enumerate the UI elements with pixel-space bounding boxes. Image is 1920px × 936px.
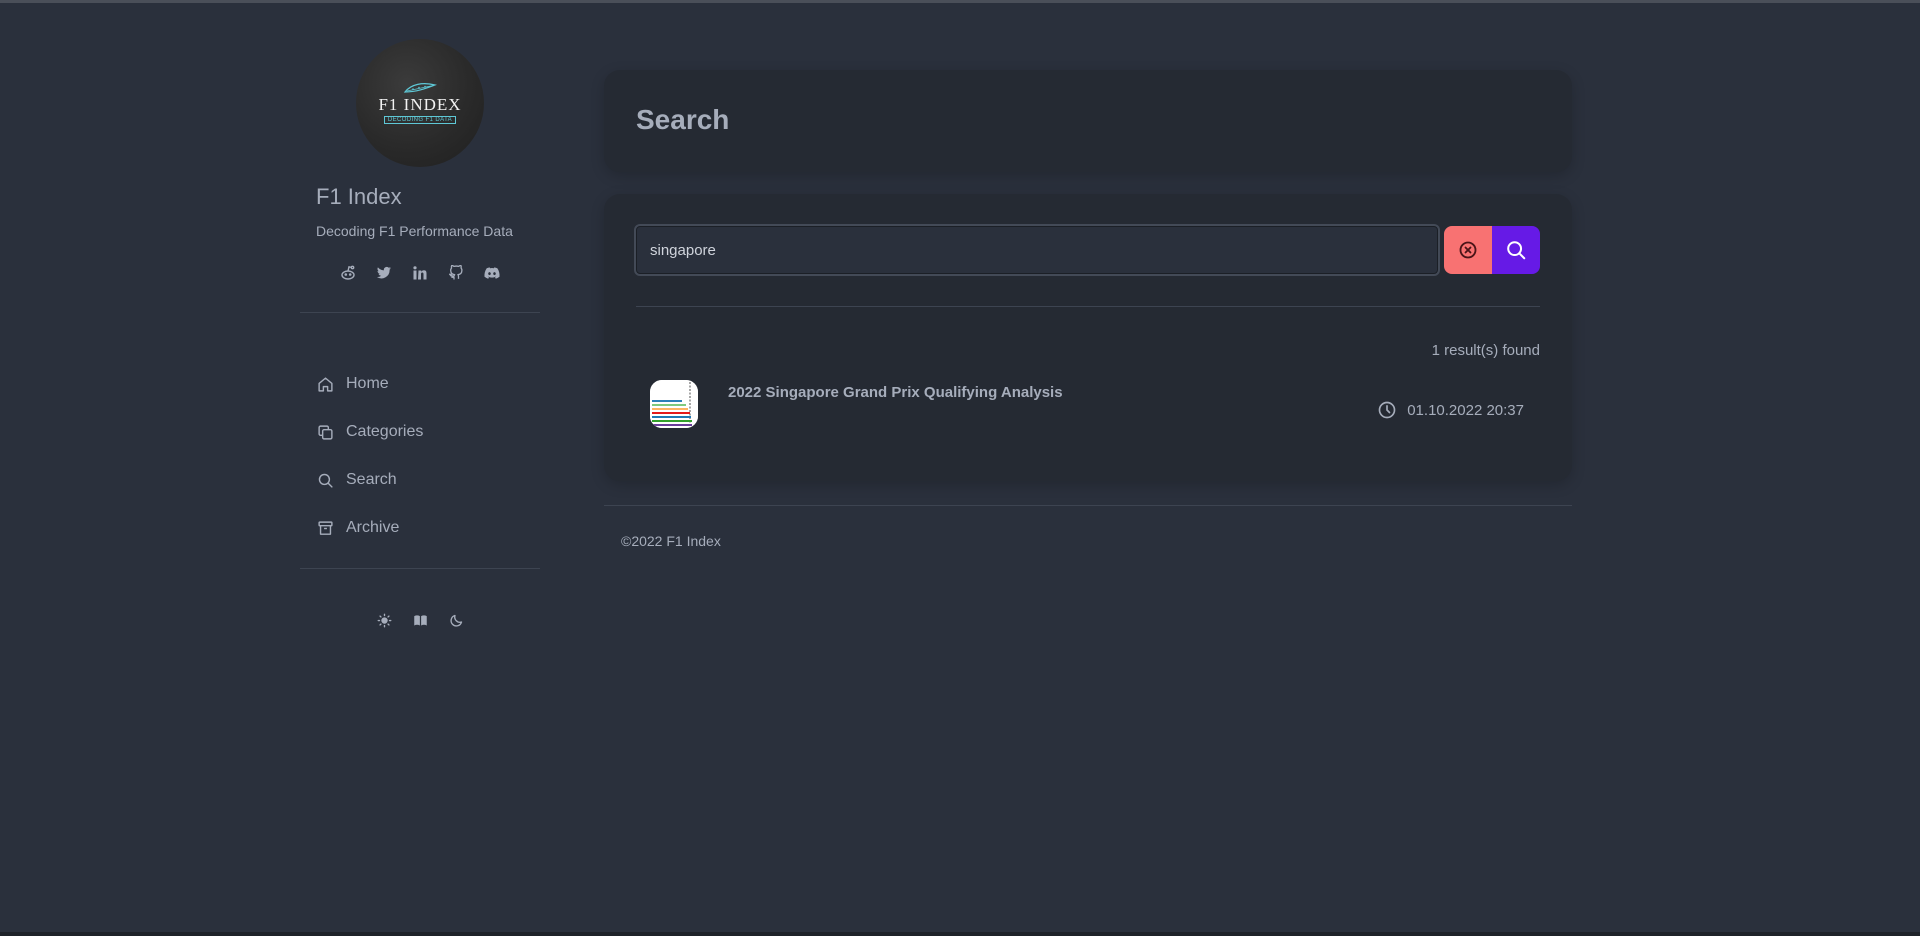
leaf-logo-icon [403,83,437,93]
search-icon [316,471,334,489]
logo-title: F1 INDEX [378,95,462,114]
sidebar-item-archive[interactable]: Archive [316,504,540,552]
sidebar-item-categories[interactable]: Categories [316,408,540,456]
sun-icon[interactable] [374,610,394,630]
footer-divider [604,505,1572,506]
clock-icon [1378,401,1396,419]
theme-switcher [300,610,540,632]
twitter-icon[interactable] [373,262,395,284]
clear-search-button[interactable] [1444,226,1492,274]
book-icon[interactable] [410,610,430,630]
logo-subtitle: DECODING F1 DATA [383,116,457,124]
social-links [300,262,540,284]
site-avatar[interactable]: F1 INDEX DECODING F1 DATA [356,39,484,167]
window-bottom-border [0,932,1920,936]
github-icon[interactable] [445,262,467,284]
search-result-item[interactable]: 2022 Singapore Grand Prix Qualifying Ana… [636,380,1540,452]
page-title: Search [636,104,730,135]
window-top-border [0,0,1920,3]
linkedin-icon[interactable] [409,262,431,284]
sidebar-item-label: Search [346,471,397,488]
sidebar: F1 INDEX DECODING F1 DATA F1 Index Decod… [300,0,540,936]
result-title[interactable]: 2022 Singapore Grand Prix Qualifying Ana… [728,384,1063,401]
sidebar-item-home[interactable]: Home [316,360,540,408]
clear-circle-icon [1459,241,1477,259]
sidebar-item-label: Archive [346,519,400,536]
submit-search-button[interactable] [1492,226,1540,274]
sidebar-divider-bottom [300,568,540,569]
footer-copyright: ©2022 F1 Index [621,533,721,549]
site-title[interactable]: F1 Index [316,184,402,210]
sidebar-divider-top [300,312,540,313]
search-input[interactable] [634,224,1440,276]
result-count: 1 result(s) found [1431,342,1540,359]
copy-icon [316,423,334,441]
sidebar-nav: Home Categories Search Archive [316,360,540,552]
home-icon [316,375,334,393]
discord-icon[interactable] [481,262,503,284]
sidebar-item-label: Home [346,375,389,392]
search-divider [636,306,1540,307]
archive-icon [316,519,334,537]
site-subtitle: Decoding F1 Performance Data [316,223,513,239]
result-thumbnail [650,380,698,428]
search-card: 1 result(s) found 2022 Singapore Grand P… [604,194,1572,481]
sidebar-item-search[interactable]: Search [316,456,540,504]
moon-icon[interactable] [446,610,466,630]
page-header-card: Search [604,70,1572,172]
sidebar-item-label: Categories [346,423,424,440]
result-date: 01.10.2022 20:37 [1377,400,1524,420]
reddit-icon[interactable] [337,262,359,284]
result-date-text: 01.10.2022 20:37 [1407,401,1524,419]
search-icon [1507,241,1526,260]
